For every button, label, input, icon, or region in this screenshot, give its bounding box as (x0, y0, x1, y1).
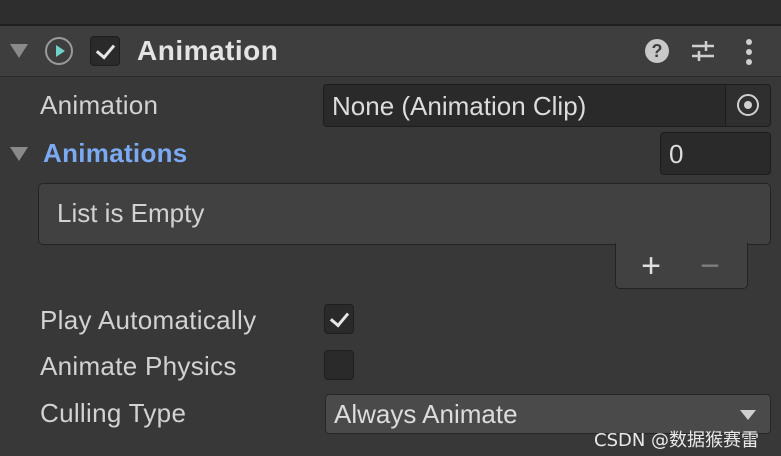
help-icon[interactable]: ? (645, 39, 669, 63)
animation-clip-value: None (Animation Clip) (332, 91, 587, 121)
presets-icon[interactable] (690, 38, 716, 64)
list-empty-text: List is Empty (57, 198, 205, 228)
add-element-button[interactable]: + (634, 249, 668, 283)
animations-foldout-arrow-icon[interactable] (10, 147, 28, 161)
kebab-menu-icon[interactable] (742, 38, 756, 66)
remove-element-button[interactable]: − (693, 249, 727, 283)
component-enabled-checkbox[interactable] (90, 36, 120, 66)
animation-label: Animation (40, 90, 159, 120)
animation-clip-field[interactable]: None (Animation Clip) (323, 84, 771, 127)
animations-label[interactable]: Animations (43, 138, 188, 169)
culling-type-label: Culling Type (40, 398, 187, 428)
list-footer: + − (615, 243, 748, 289)
checkmark-icon (329, 307, 350, 328)
previous-component-strip (0, 0, 781, 26)
checkmark-icon (95, 39, 116, 60)
animations-list: List is Empty (38, 183, 771, 245)
play-automatically-label: Play Automatically (40, 305, 257, 335)
animation-component-icon (45, 37, 73, 65)
component-header[interactable]: Animation ? (0, 26, 781, 77)
component-title: Animation (137, 35, 279, 66)
animations-size-field[interactable]: 0 (660, 132, 771, 175)
foldout-arrow-icon[interactable] (10, 44, 28, 58)
animate-physics-checkbox[interactable] (324, 350, 354, 380)
animate-physics-label: Animate Physics (40, 351, 237, 381)
animations-size-value: 0 (669, 139, 684, 169)
play-automatically-checkbox[interactable] (324, 304, 354, 334)
dropdown-arrow-icon (740, 410, 756, 420)
watermark: CSDN @数据猴赛雷 (594, 430, 760, 451)
object-picker-button[interactable] (725, 85, 770, 126)
culling-type-value: Always Animate (334, 399, 518, 429)
object-picker-dot (744, 101, 752, 109)
